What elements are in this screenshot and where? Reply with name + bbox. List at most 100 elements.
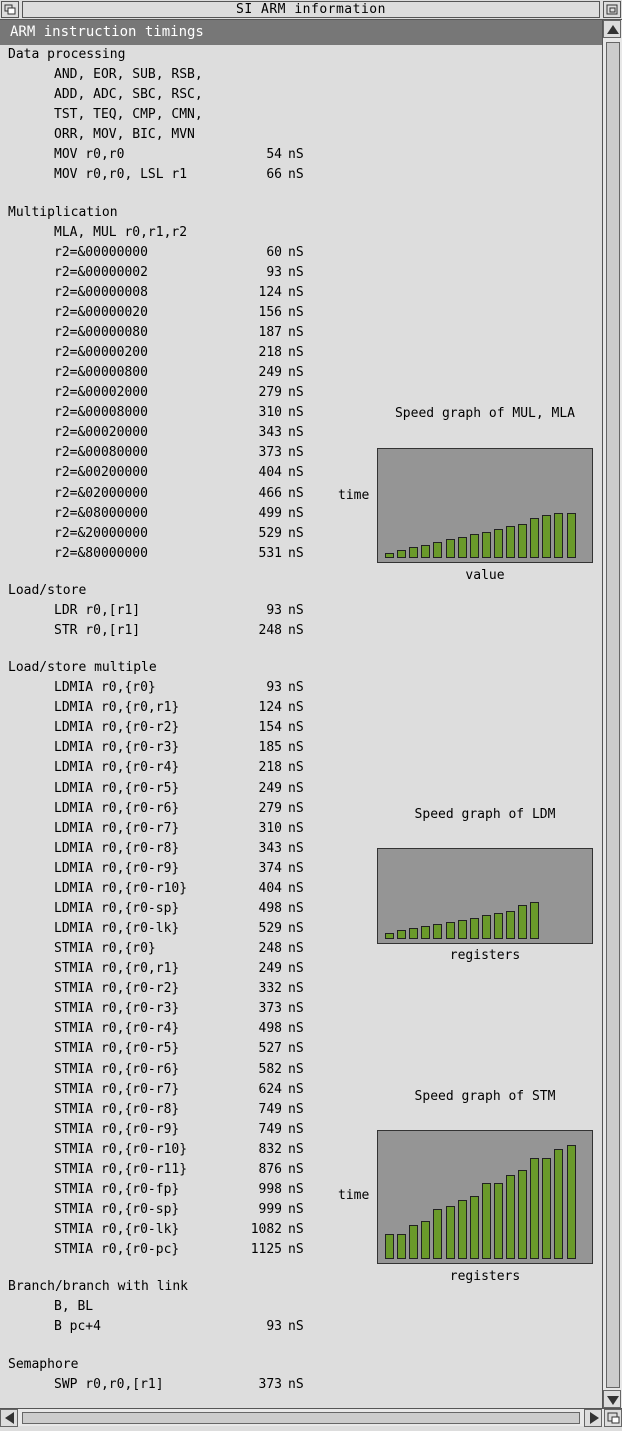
graph-bar <box>506 1175 515 1259</box>
timing-label: STMIA r0,{r0-r9} <box>54 1121 180 1137</box>
timing-unit: nS <box>288 623 304 638</box>
section-title: Data processing <box>8 47 126 62</box>
graph-bar <box>566 1145 576 1259</box>
timing-label: r2=&00000020 <box>54 304 148 320</box>
timing-value: 66 <box>266 167 282 183</box>
timing-label: MOV r0,r0, LSL r1 <box>54 167 188 183</box>
graph-y-label: time <box>338 488 370 503</box>
timing-value: 373 <box>258 445 282 461</box>
scroll-up-icon[interactable] <box>603 20 621 38</box>
timing-unit: nS <box>288 324 304 340</box>
timing-unit: nS <box>288 1121 304 1137</box>
timing-label: LDMIA r0,{r0-r3} <box>54 740 180 756</box>
vertical-scroll-thumb[interactable] <box>606 42 620 1388</box>
timing-label: r2=&00000008 <box>54 284 148 300</box>
graph-bar <box>493 1183 503 1259</box>
timing-value: 249 <box>258 365 282 381</box>
graph-bar <box>469 1196 479 1259</box>
timing-unit: nS <box>288 1222 304 1238</box>
timing-unit: nS <box>288 1141 304 1157</box>
timing-label: LDMIA r0,{r0-lk} <box>54 921 180 937</box>
graph-bar <box>493 913 503 939</box>
timing-label: STMIA r0,{r0} <box>54 941 156 957</box>
graph-x-label: registers <box>449 948 521 963</box>
timing-unit: nS <box>288 244 304 260</box>
graph-bar <box>481 1183 491 1259</box>
scroll-down-icon[interactable] <box>603 1390 621 1408</box>
graph-bar <box>409 547 419 558</box>
section-title: Multiplication <box>8 204 118 220</box>
window-title[interactable]: SI ARM information <box>22 1 600 18</box>
horizontal-scroll-thumb[interactable] <box>22 1412 580 1424</box>
timing-label: LDMIA r0,{r0-r5} <box>54 780 180 796</box>
timing-unit: nS <box>288 1081 304 1097</box>
graph-bar <box>554 1149 564 1259</box>
graph-bar <box>457 1200 467 1259</box>
timing-unit: nS <box>288 345 304 361</box>
timing-value: 404 <box>258 880 282 896</box>
timing-label: STMIA r0,{r0-r10} <box>54 1141 188 1157</box>
timing-value: 1125 <box>250 1242 282 1258</box>
graph-bar <box>518 1170 528 1259</box>
horizontal-scrollbar[interactable] <box>0 1408 622 1427</box>
timing-value: 498 <box>258 1021 282 1037</box>
timing-value: 343 <box>258 425 282 441</box>
timing-label: LDR r0,[r1] <box>54 602 141 618</box>
timing-unit: nS <box>288 880 304 896</box>
timing-value: 124 <box>258 284 282 300</box>
timing-unit: nS <box>288 505 304 521</box>
timing-label: LDMIA r0,{r0-r6} <box>54 800 180 816</box>
timing-unit: nS <box>288 602 304 618</box>
timing-unit: nS <box>288 1161 304 1177</box>
vertical-scrollbar[interactable] <box>602 20 622 1408</box>
timing-value: 624 <box>258 1081 282 1097</box>
toggle-size-icon[interactable] <box>603 1 621 18</box>
timing-value: 248 <box>258 623 282 638</box>
timing-label: LDMIA r0,{r0-r2} <box>54 720 180 736</box>
timing-label: STMIA r0,{r0-r8} <box>54 1101 180 1117</box>
timing-unit: nS <box>288 405 304 421</box>
timing-unit: nS <box>288 1061 304 1077</box>
graph-bar <box>481 915 491 939</box>
timing-value: 373 <box>258 1376 282 1392</box>
timing-label: STMIA r0,{r0-r5} <box>54 1041 180 1057</box>
scroll-right-icon[interactable] <box>584 1409 602 1427</box>
timing-value: 332 <box>258 981 282 997</box>
timing-unit: nS <box>288 264 304 280</box>
section-title: Load/store multiple <box>8 660 157 676</box>
graph-bar <box>566 513 576 558</box>
graph-bar <box>445 539 455 558</box>
timing-label: LDMIA r0,{r0-sp} <box>54 900 180 916</box>
timing-label: r2=&80000000 <box>54 545 148 561</box>
graph-bar <box>409 928 419 939</box>
graph-bar <box>518 905 528 939</box>
scroll-left-icon[interactable] <box>0 1409 18 1427</box>
graph-bar <box>457 537 467 558</box>
timing-value: 832 <box>258 1141 282 1157</box>
graph-bar <box>469 534 479 558</box>
instruction-line: B, BL <box>54 1299 94 1315</box>
back-icon[interactable] <box>1 1 19 18</box>
timing-unit: nS <box>288 425 304 441</box>
timing-label: STMIA r0,{r0-r6} <box>54 1061 180 1077</box>
timing-unit: nS <box>288 780 304 796</box>
timing-label: MOV r0,r0 <box>54 147 125 163</box>
timing-value: 529 <box>258 921 282 937</box>
graph-bar <box>518 524 528 558</box>
timing-unit: nS <box>288 1376 304 1392</box>
timing-label: r2=&00000002 <box>54 264 148 280</box>
graph-plot-area <box>377 848 593 944</box>
timing-label: B pc+4 <box>54 1319 101 1335</box>
timing-label: r2=&00008000 <box>54 405 148 421</box>
graph-bar <box>506 526 515 558</box>
timing-unit: nS <box>288 465 304 481</box>
timing-value: 218 <box>258 760 282 776</box>
resize-icon[interactable] <box>604 1409 622 1427</box>
timing-value: 998 <box>258 1181 282 1197</box>
timing-label: LDMIA r0,{r0-r9} <box>54 860 180 876</box>
timing-value: 54 <box>266 147 282 163</box>
timing-unit: nS <box>288 941 304 957</box>
timing-label: LDMIA r0,{r0} <box>54 680 156 696</box>
timing-value: 279 <box>258 385 282 401</box>
window-title-bar[interactable]: SI ARM information <box>0 0 622 20</box>
